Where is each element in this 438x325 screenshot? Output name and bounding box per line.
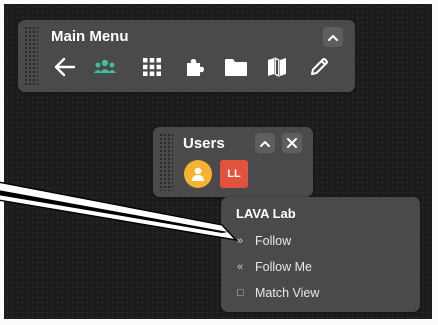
back-arrow-icon	[54, 57, 76, 77]
pencil-icon	[311, 58, 328, 75]
frame-bottom-edge	[0, 319, 438, 325]
user-avatar-1[interactable]	[184, 160, 212, 188]
frame-left-edge	[0, 0, 4, 325]
menu-item-label: Follow Me	[255, 260, 312, 274]
menu-item-follow[interactable]: » Follow	[237, 231, 291, 251]
main-menu-panel: Main Menu	[18, 20, 355, 92]
close-icon	[287, 138, 297, 148]
users-icon	[94, 59, 116, 73]
grid-icon	[143, 58, 161, 76]
users-collapse-button[interactable]	[255, 133, 275, 153]
chevron-up-icon	[328, 34, 338, 41]
follow-me-icon: «	[237, 261, 244, 273]
map-button[interactable]	[264, 54, 290, 80]
main-menu-collapse-button[interactable]	[323, 27, 343, 47]
chevron-up-icon	[260, 140, 270, 147]
match-view-icon: □	[237, 287, 244, 299]
menu-item-label: Match View	[255, 286, 320, 300]
users-close-button[interactable]	[282, 133, 302, 153]
puzzle-icon	[187, 59, 204, 76]
context-menu-heading: LAVA Lab	[236, 206, 296, 221]
folder-icon	[225, 58, 247, 76]
back-button[interactable]	[52, 54, 78, 80]
users-panel-title: Users	[183, 135, 225, 152]
plugins-button[interactable]	[181, 54, 207, 80]
users-panel: Users LL	[153, 127, 313, 197]
apps-button[interactable]	[139, 54, 165, 80]
user-context-menu: LAVA Lab » Follow « Follow Me □ Match Vi…	[221, 197, 420, 312]
files-button[interactable]	[223, 54, 249, 80]
drag-handle[interactable]	[159, 133, 173, 191]
map-icon	[268, 57, 286, 77]
menu-item-follow-me[interactable]: « Follow Me	[237, 257, 312, 277]
menu-item-label: Follow	[255, 234, 292, 248]
person-icon	[192, 167, 204, 181]
menu-item-match-view[interactable]: □ Match View	[237, 283, 319, 303]
user-avatar-2[interactable]: LL	[220, 160, 248, 188]
user-initials: LL	[227, 168, 241, 180]
users-button[interactable]	[92, 54, 118, 80]
draw-button[interactable]	[306, 54, 332, 80]
follow-icon: »	[237, 235, 244, 247]
frame-right-edge	[432, 0, 438, 325]
drag-handle[interactable]	[24, 26, 38, 86]
main-menu-title: Main Menu	[51, 28, 129, 45]
frame-top-edge	[0, 0, 438, 4]
